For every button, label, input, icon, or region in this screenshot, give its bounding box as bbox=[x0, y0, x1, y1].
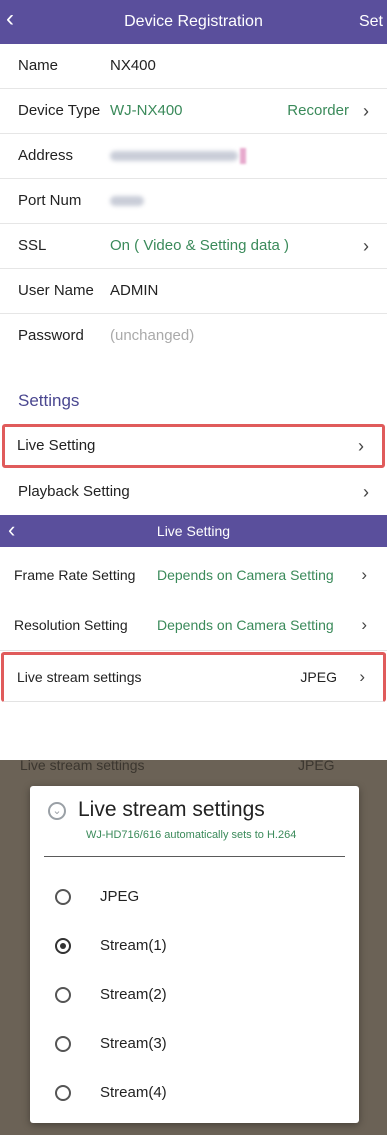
address-value-redacted bbox=[110, 134, 246, 178]
user-name-row[interactable]: User Name ADMIN bbox=[0, 269, 387, 314]
ssl-value: On ( Video & Setting data ) bbox=[110, 237, 289, 254]
address-label: Address bbox=[18, 147, 74, 164]
ssl-row[interactable]: SSL On ( Video & Setting data ) › bbox=[0, 224, 387, 269]
device-type-category: Recorder bbox=[287, 102, 349, 119]
chevron-right-icon: › bbox=[361, 615, 367, 634]
playback-setting-row[interactable]: Playback Setting › bbox=[0, 470, 387, 515]
password-value: (unchanged) bbox=[110, 327, 195, 344]
settings-heading: Settings bbox=[18, 391, 80, 410]
port-label: Port Num bbox=[18, 192, 82, 209]
option-stream-2[interactable]: Stream(2) bbox=[30, 972, 359, 1016]
port-row[interactable]: Port Num bbox=[0, 179, 387, 224]
top-app-bar: ‹ Device Registration Set bbox=[0, 0, 387, 44]
option-jpeg[interactable]: JPEG bbox=[30, 874, 359, 918]
live-stream-settings-value: JPEG bbox=[300, 669, 337, 685]
resolution-row[interactable]: Resolution Setting Depends on Camera Set… bbox=[0, 600, 387, 651]
playback-setting-label: Playback Setting bbox=[18, 483, 130, 500]
password-label: Password bbox=[18, 327, 84, 344]
option-label: Stream(1) bbox=[100, 937, 167, 954]
option-label: Stream(3) bbox=[100, 1035, 167, 1052]
frame-rate-label: Frame Rate Setting bbox=[14, 567, 136, 583]
resolution-value: Depends on Camera Setting bbox=[157, 617, 334, 633]
password-row[interactable]: Password (unchanged) bbox=[0, 314, 387, 358]
set-button[interactable]: Set bbox=[359, 0, 383, 44]
name-row[interactable]: Name NX400 bbox=[0, 44, 387, 89]
option-stream-3[interactable]: Stream(3) bbox=[30, 1021, 359, 1065]
option-label: Stream(4) bbox=[100, 1084, 167, 1101]
frame-rate-row[interactable]: Frame Rate Setting Depends on Camera Set… bbox=[0, 550, 387, 601]
option-label: JPEG bbox=[100, 888, 140, 905]
dialog-title: Live stream settings bbox=[78, 798, 265, 821]
dialog-divider bbox=[44, 856, 345, 857]
chevron-right-icon: › bbox=[363, 101, 369, 121]
dialog-subtitle: WJ-HD716/616 automatically sets to H.264 bbox=[86, 829, 297, 841]
live-stream-settings-dialog: ⌄ Live stream settings WJ-HD716/616 auto… bbox=[30, 786, 359, 1123]
address-row[interactable]: Address bbox=[0, 134, 387, 179]
frame-rate-value: Depends on Camera Setting bbox=[157, 567, 334, 583]
device-type-row[interactable]: Device Type WJ-NX400 Recorder › bbox=[0, 89, 387, 134]
radio-unselected-icon[interactable] bbox=[55, 987, 71, 1003]
device-type-value: WJ-NX400 bbox=[110, 102, 183, 119]
live-setting-row[interactable]: Live Setting › bbox=[2, 424, 385, 468]
chevron-right-icon: › bbox=[363, 236, 369, 256]
collapse-circle-icon[interactable]: ⌄ bbox=[48, 802, 66, 820]
option-label: Stream(2) bbox=[100, 986, 167, 1003]
radio-unselected-icon[interactable] bbox=[55, 1085, 71, 1101]
radio-unselected-icon[interactable] bbox=[55, 889, 71, 905]
live-setting-app-bar: ‹ Live Setting bbox=[0, 515, 387, 547]
user-name-label: User Name bbox=[18, 282, 94, 299]
option-stream-4[interactable]: Stream(4) bbox=[30, 1070, 359, 1114]
option-stream-1[interactable]: Stream(1) bbox=[30, 923, 359, 967]
chevron-right-icon: › bbox=[359, 667, 365, 686]
name-value: NX400 bbox=[110, 57, 156, 74]
live-stream-settings-label: Live stream settings bbox=[17, 669, 142, 685]
user-name-value: ADMIN bbox=[110, 282, 159, 299]
resolution-label: Resolution Setting bbox=[14, 617, 128, 633]
radio-selected-icon[interactable] bbox=[55, 938, 71, 954]
live-setting-title: Live Setting bbox=[156, 523, 231, 539]
live-setting-label: Live Setting bbox=[17, 437, 96, 454]
chevron-right-icon: › bbox=[358, 436, 364, 456]
live-stream-settings-row[interactable]: Live stream settings JPEG › bbox=[1, 652, 386, 702]
radio-unselected-icon[interactable] bbox=[55, 1036, 71, 1052]
device-type-label: Device Type bbox=[18, 102, 101, 119]
ssl-label: SSL bbox=[18, 237, 47, 254]
page-title: Device Registration bbox=[124, 13, 263, 30]
chevron-right-icon: › bbox=[361, 565, 367, 584]
port-value-redacted bbox=[110, 179, 144, 223]
overlay-ghost-value: JPEG bbox=[298, 757, 335, 773]
name-label: Name bbox=[18, 57, 59, 74]
overlay-ghost-label: Live stream settings bbox=[20, 757, 145, 773]
chevron-right-icon: › bbox=[363, 482, 369, 502]
